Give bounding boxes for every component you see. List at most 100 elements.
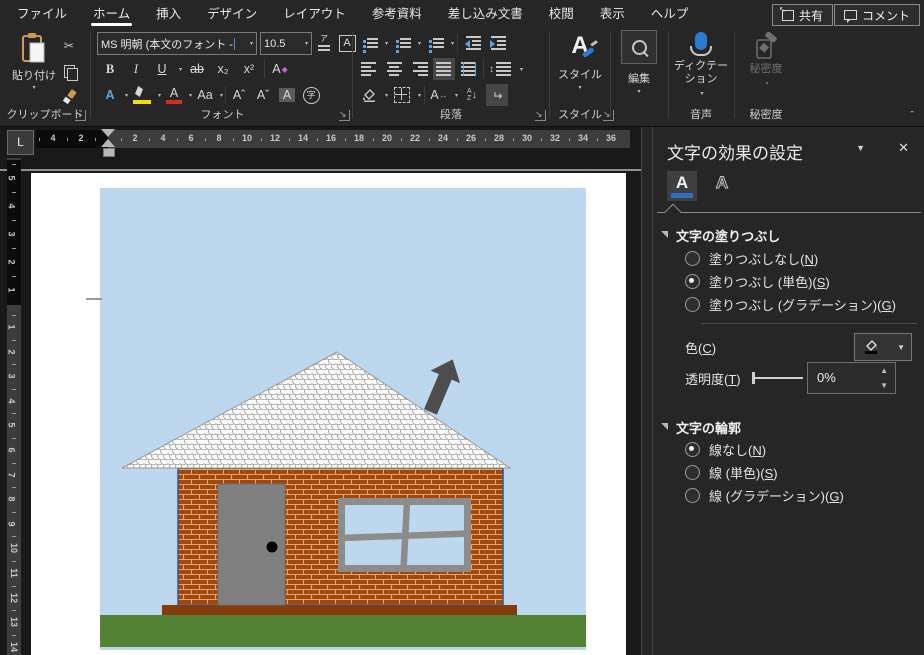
format-painter-button[interactable]	[58, 86, 80, 108]
styles-button[interactable]: A スタイル ▾	[554, 32, 606, 91]
text-fill-option-0[interactable]: 塗りつぶしなし(N)	[685, 248, 818, 268]
text-effects-button[interactable]: A	[99, 84, 121, 106]
menu-tab-5[interactable]: 参考資料	[359, 0, 435, 28]
text-fill-option-1[interactable]: 塗りつぶし (単色)(S)	[685, 271, 830, 291]
grow-font-button[interactable]: Aˆ	[228, 84, 250, 106]
asian-layout-button[interactable]: A ↔	[428, 84, 450, 106]
bold-button[interactable]: B	[99, 58, 121, 80]
line-spacing-chevron-icon[interactable]: ▾	[520, 66, 523, 73]
subscript-button[interactable]: x₂	[212, 58, 234, 80]
text-outline-option-2[interactable]: 線 (グラデーション)(G)	[685, 485, 844, 505]
radio-icon[interactable]	[685, 251, 700, 266]
asian-layout-chevron-icon[interactable]: ▾	[455, 92, 458, 99]
font-dialog-launcher[interactable]: ↘	[339, 110, 350, 121]
pane-close-icon[interactable]: ✕	[898, 140, 909, 156]
borders-button[interactable]	[391, 84, 413, 106]
paste-button[interactable]: 貼り付け ▾	[8, 32, 60, 91]
align-right-button[interactable]	[408, 58, 430, 80]
menu-tab-9[interactable]: ヘルプ	[638, 0, 702, 28]
clipboard-dialog-launcher[interactable]: ↘	[75, 110, 86, 121]
text-outline-option-0[interactable]: 線なし(N)	[685, 439, 766, 459]
shrink-font-button[interactable]: Aˇ	[252, 84, 274, 106]
multilevel-list-button[interactable]	[424, 32, 446, 54]
line-spacing-button[interactable]: ↕	[487, 58, 515, 80]
menu-tab-6[interactable]: 差し込み文書	[435, 0, 536, 28]
collapse-ribbon-button[interactable]: ˆ	[910, 110, 914, 122]
tab-text-effects[interactable]: A	[707, 171, 737, 201]
menu-tab-1[interactable]: ホーム	[80, 0, 143, 28]
text-fill-section-header[interactable]: 文字の塗りつぶし	[661, 226, 780, 245]
distribute-button[interactable]	[458, 58, 480, 80]
enclose-border-button[interactable]: A	[336, 33, 358, 55]
font-name-combo[interactable]: MS 明朝 (本文のフォント - ▾	[97, 32, 257, 55]
shading-button[interactable]	[358, 84, 380, 106]
transparency-spinbox[interactable]: 0% ▲ ▼	[807, 362, 896, 394]
menu-tab-4[interactable]: レイアウト	[270, 0, 359, 28]
text-outline-section-header[interactable]: 文字の輪郭	[661, 418, 741, 437]
comment-button[interactable]: コメント	[834, 4, 920, 26]
justify-button[interactable]	[433, 58, 455, 80]
numbering-button[interactable]	[391, 32, 413, 54]
increase-indent-button[interactable]	[486, 32, 508, 54]
sort-button[interactable]: AZ ↓	[461, 84, 483, 106]
dictation-button[interactable]: ディクテーション ▾	[672, 32, 730, 98]
paragraph-dialog-launcher[interactable]: ↘	[535, 110, 546, 121]
pane-options-chevron-icon[interactable]: ▼	[856, 143, 865, 153]
italic-button[interactable]: I	[125, 58, 147, 80]
change-case-chevron-icon[interactable]: ▾	[220, 92, 223, 99]
ruler-tick	[12, 164, 16, 165]
borders-chevron-icon[interactable]: ▾	[418, 92, 421, 99]
left-indent-marker[interactable]	[103, 148, 115, 157]
tab-text-fill-outline[interactable]: A	[667, 171, 697, 201]
hanging-indent-marker[interactable]	[101, 139, 115, 147]
highlight-color-button[interactable]	[130, 84, 154, 106]
text-outline-option-1[interactable]: 線 (単色)(S)	[685, 462, 778, 482]
editing-button[interactable]: 編集 ▾	[617, 30, 661, 95]
underline-button[interactable]: U	[151, 58, 173, 80]
menu-tab-3[interactable]: デザイン	[194, 0, 270, 28]
radio-icon[interactable]	[685, 488, 700, 503]
spin-up-icon[interactable]: ▲	[880, 366, 888, 375]
menu-tab-2[interactable]: 挿入	[143, 0, 194, 28]
font-color-button[interactable]: A	[163, 84, 185, 106]
text-effects-chevron-icon[interactable]: ▾	[125, 92, 128, 99]
transparency-slider-track[interactable]	[753, 377, 803, 379]
copy-button[interactable]	[58, 60, 80, 82]
show-marks-button[interactable]: ↵	[486, 84, 508, 106]
decrease-indent-button[interactable]	[461, 32, 483, 54]
font-size-combo[interactable]: 10.5 ▾	[260, 32, 312, 55]
text-fill-option-2[interactable]: 塗りつぶし (グラデーション)(G)	[685, 294, 896, 314]
menu-tab-7[interactable]: 校閲	[536, 0, 587, 28]
shading-chevron-icon[interactable]: ▾	[385, 92, 388, 99]
house-drawing[interactable]	[100, 188, 586, 650]
radio-icon[interactable]	[685, 442, 700, 457]
highlight-chevron-icon[interactable]: ▾	[158, 92, 161, 99]
menu-tab-8[interactable]: 表示	[587, 0, 638, 28]
cut-button[interactable]: ✂	[58, 34, 80, 56]
change-case-button[interactable]: Aa	[194, 84, 216, 106]
spin-down-icon[interactable]: ▼	[880, 381, 888, 390]
radio-icon[interactable]	[685, 465, 700, 480]
fill-color-button[interactable]: ▼	[854, 333, 912, 361]
bullets-chevron-icon[interactable]: ▾	[385, 40, 388, 47]
ruby-button[interactable]: ア	[315, 33, 333, 55]
first-line-indent-marker[interactable]	[101, 129, 115, 137]
enclose-characters-button[interactable]: 字	[300, 84, 322, 106]
align-left-button[interactable]	[358, 58, 380, 80]
clear-formatting-button[interactable]: A ◆	[269, 58, 291, 80]
strikethrough-button[interactable]: ab	[186, 58, 208, 80]
tab-selector[interactable]: L	[7, 130, 34, 155]
radio-icon[interactable]	[685, 274, 700, 289]
underline-chevron-icon[interactable]: ▾	[179, 66, 182, 73]
radio-icon[interactable]	[685, 297, 700, 312]
bullets-button[interactable]	[358, 32, 380, 54]
menu-tab-0[interactable]: ファイル	[4, 0, 80, 28]
text-cursor	[234, 38, 235, 50]
share-button[interactable]: 共有	[772, 4, 833, 26]
superscript-button[interactable]: x²	[238, 58, 260, 80]
numbering-chevron-icon[interactable]: ▾	[418, 40, 421, 47]
multilevel-chevron-icon[interactable]: ▾	[451, 40, 454, 47]
align-center-button[interactable]	[383, 58, 405, 80]
font-color-chevron-icon[interactable]: ▾	[189, 92, 192, 99]
character-shading-button[interactable]: A	[276, 84, 298, 106]
